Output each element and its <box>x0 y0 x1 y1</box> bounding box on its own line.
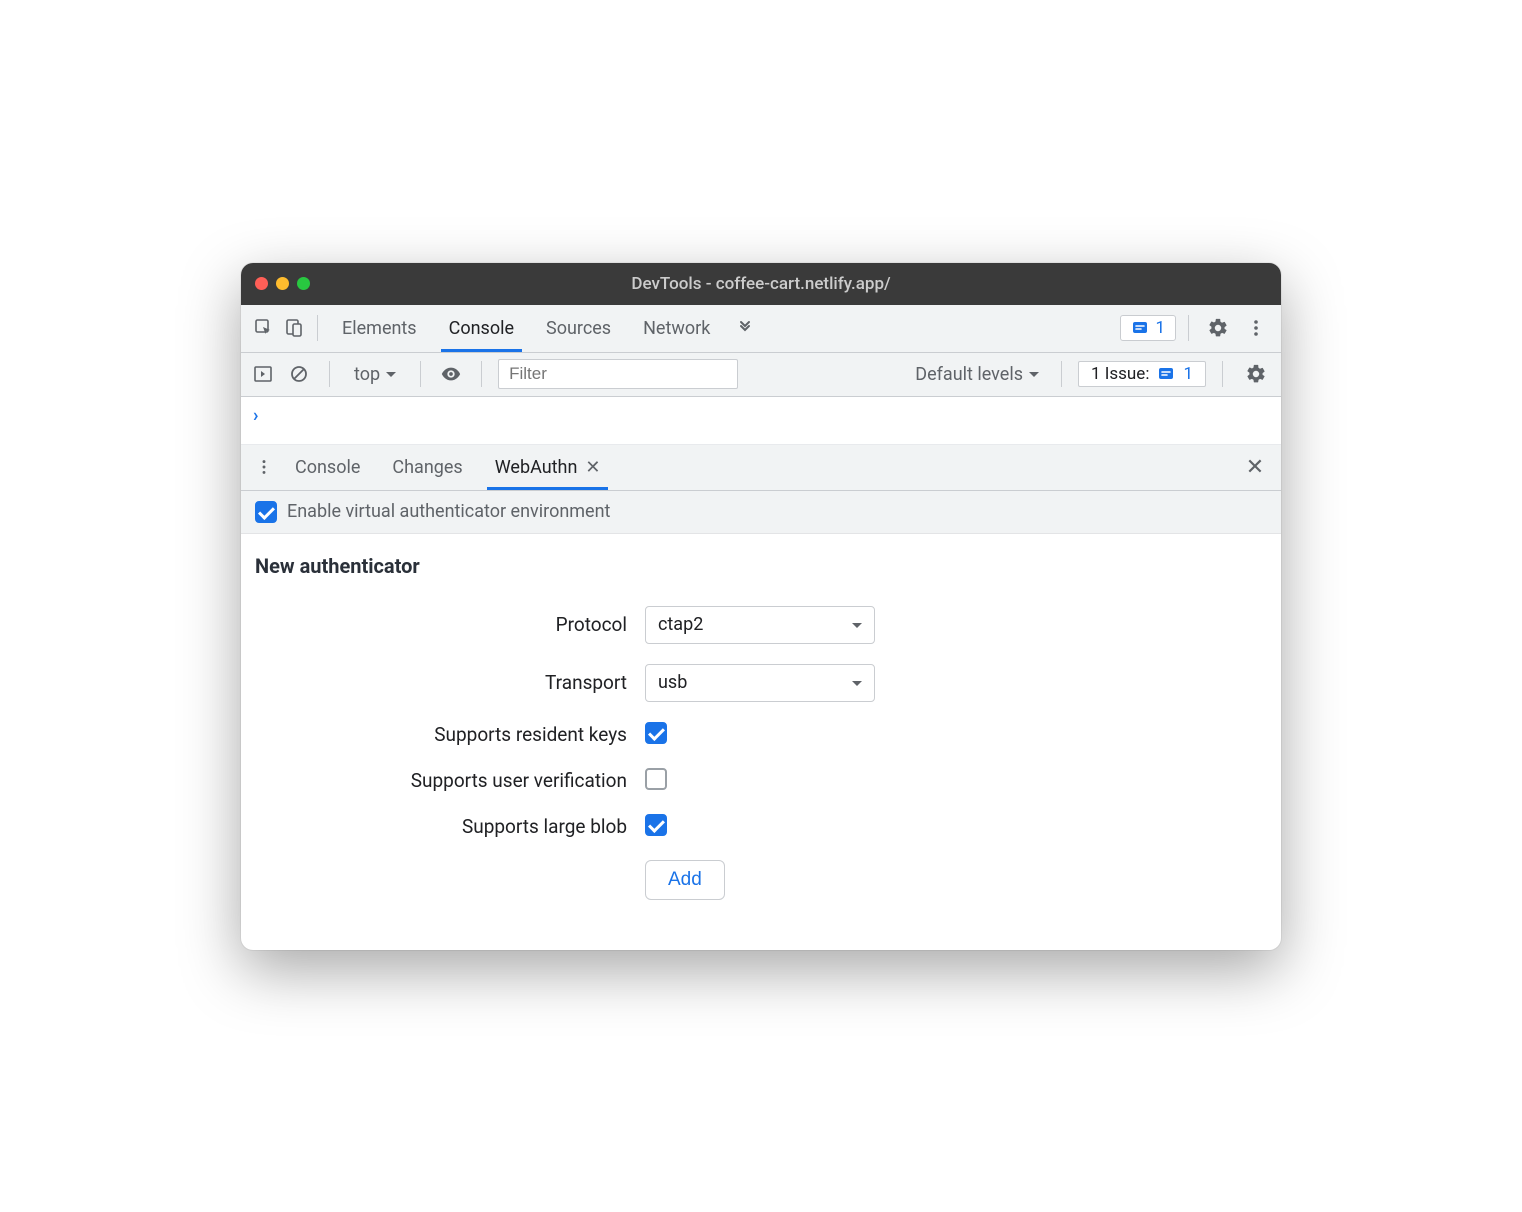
main-toolbar: Elements Console Sources Network 1 <box>241 305 1281 353</box>
main-tabs: Elements Console Sources Network <box>326 305 1120 352</box>
resident-keys-label: Supports resident keys <box>255 723 645 746</box>
drawer-tab-console[interactable]: Console <box>279 445 376 490</box>
divider <box>1222 361 1223 387</box>
protocol-row: Protocol ctap2 <box>255 606 1267 644</box>
caret-down-icon <box>1029 372 1039 382</box>
console-toolbar: top Default levels 1 Issue: 1 <box>241 353 1281 397</box>
tab-elements[interactable]: Elements <box>326 305 433 352</box>
tab-network[interactable]: Network <box>627 305 726 352</box>
issues-label: 1 Issue: <box>1091 364 1149 384</box>
issues-count: 1 <box>1183 364 1193 384</box>
user-verification-row: Supports user verification <box>255 768 1267 794</box>
divider <box>1061 361 1062 387</box>
divider <box>1188 315 1189 341</box>
live-expression-icon[interactable] <box>437 360 465 388</box>
enable-virtual-auth-checkbox[interactable] <box>255 501 277 523</box>
user-verification-label: Supports user verification <box>255 769 645 792</box>
context-label: top <box>354 364 380 385</box>
execution-context-select[interactable]: top <box>346 364 404 385</box>
devtools-window: DevTools - coffee-cart.netlify.app/ Elem… <box>241 263 1281 950</box>
drawer-tab-changes[interactable]: Changes <box>376 445 478 490</box>
window-title: DevTools - coffee-cart.netlify.app/ <box>241 274 1281 294</box>
user-verification-checkbox[interactable] <box>645 768 667 790</box>
transport-row: Transport usb <box>255 664 1267 702</box>
webauthn-panel: New authenticator Protocol ctap2 Transpo… <box>241 534 1281 950</box>
minimize-window-button[interactable] <box>276 277 289 290</box>
sidebar-toggle-icon[interactable] <box>249 360 277 388</box>
tab-console[interactable]: Console <box>433 305 530 352</box>
more-tabs-button[interactable] <box>726 305 764 352</box>
tab-sources[interactable]: Sources <box>530 305 627 352</box>
large-blob-checkbox[interactable] <box>645 814 667 836</box>
resident-keys-checkbox[interactable] <box>645 722 667 744</box>
protocol-select[interactable]: ctap2 <box>645 606 875 644</box>
inspect-element-icon[interactable] <box>249 313 279 343</box>
clear-console-icon[interactable] <box>285 360 313 388</box>
resident-keys-row: Supports resident keys <box>255 722 1267 748</box>
device-toggle-icon[interactable] <box>279 313 309 343</box>
drawer-tabs: Console Changes WebAuthn ✕ ✕ <box>241 445 1281 491</box>
transport-select[interactable]: usb <box>645 664 875 702</box>
enable-virtual-auth-label: Enable virtual authenticator environment <box>287 501 610 522</box>
console-prompt-icon: › <box>253 405 258 426</box>
protocol-value: ctap2 <box>658 614 703 635</box>
drawer-more-icon[interactable] <box>249 445 279 490</box>
drawer-tab-label: WebAuthn <box>495 457 578 478</box>
add-row: Add <box>255 860 1267 900</box>
drawer-tab-webauthn[interactable]: WebAuthn ✕ <box>479 445 617 490</box>
traffic-lights <box>255 277 310 290</box>
divider <box>317 315 318 341</box>
large-blob-label: Supports large blob <box>255 815 645 838</box>
transport-label: Transport <box>255 671 645 694</box>
new-authenticator-title: New authenticator <box>255 554 1267 578</box>
issues-count: 1 <box>1155 318 1165 338</box>
more-options-icon[interactable] <box>1239 311 1273 345</box>
titlebar: DevTools - coffee-cart.netlify.app/ <box>241 263 1281 305</box>
protocol-label: Protocol <box>255 613 645 636</box>
log-levels-select[interactable]: Default levels <box>909 364 1045 385</box>
toolbar-right: 1 <box>1120 311 1273 345</box>
large-blob-row: Supports large blob <box>255 814 1267 840</box>
maximize-window-button[interactable] <box>297 277 310 290</box>
console-body[interactable]: › <box>241 397 1281 445</box>
issues-button[interactable]: 1 Issue: 1 <box>1078 361 1206 387</box>
transport-value: usb <box>658 672 687 693</box>
issues-indicator[interactable]: 1 <box>1120 315 1176 341</box>
divider <box>481 361 482 387</box>
filter-input[interactable] <box>498 359 738 389</box>
caret-down-icon <box>386 372 396 382</box>
close-window-button[interactable] <box>255 277 268 290</box>
divider <box>420 361 421 387</box>
settings-icon[interactable] <box>1201 311 1235 345</box>
add-button[interactable]: Add <box>645 860 725 900</box>
levels-label: Default levels <box>915 364 1023 385</box>
console-settings-icon[interactable] <box>1239 357 1273 391</box>
close-tab-icon[interactable]: ✕ <box>585 457 600 478</box>
drawer-close-icon[interactable]: ✕ <box>1237 445 1273 490</box>
enable-virtual-auth-row: Enable virtual authenticator environment <box>241 491 1281 534</box>
divider <box>329 361 330 387</box>
